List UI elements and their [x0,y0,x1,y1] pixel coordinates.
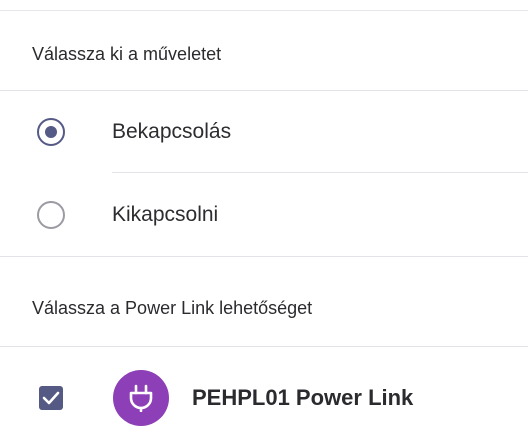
radio-button-selected[interactable] [37,118,65,146]
device-checkbox[interactable] [39,386,63,410]
device-avatar [113,370,169,426]
divider [0,346,528,347]
radio-option-label: Kikapcsolni [112,203,219,226]
checkmark-icon [42,391,60,405]
divider [112,172,528,173]
divider [0,90,528,91]
top-divider [0,10,528,11]
divider [0,256,528,257]
operation-section-title: Válassza ki a műveletet [32,44,222,64]
radio-option-kikapcsolni[interactable]: Kikapcsolni [0,183,528,247]
radio-button-unselected[interactable] [37,201,65,229]
radio-option-bekapcsolas[interactable]: Bekapcsolás [0,100,528,164]
device-label: PEHPL01 Power Link [192,385,414,410]
radio-option-label: Bekapcsolás [112,120,232,143]
plug-icon [129,384,153,412]
powerlink-section-title: Válassza a Power Link lehetőséget [32,298,313,318]
